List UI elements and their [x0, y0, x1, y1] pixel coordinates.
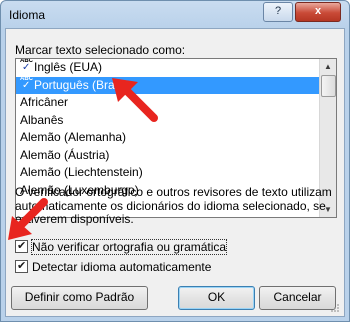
language-item-label: Inglês (EUA) [34, 60, 103, 74]
cancel-button[interactable]: Cancelar [259, 286, 336, 310]
checkmark-icon: ✔ [17, 260, 27, 272]
red-arrow-icon [112, 78, 158, 122]
detect-language-label[interactable]: Detectar idioma automaticamente [32, 260, 211, 274]
language-item[interactable]: ABC ✓ Inglês (EUA) [16, 59, 319, 77]
language-item-label: Alemão (Alemanha) [20, 130, 127, 144]
language-dialog: Idioma ? x Marcar texto selecionado como… [0, 0, 350, 322]
resize-grip-icon[interactable] [330, 303, 340, 313]
red-arrow-icon [8, 198, 48, 240]
language-item-label: Albanês [20, 112, 64, 127]
dialog-body: Marcar texto selecionado como: ABC ✓ Inglê… [5, 28, 345, 317]
abc-check-icon: ABC ✓ [20, 75, 33, 91]
detect-language-checkbox[interactable]: ✔ [15, 260, 28, 273]
abc-check-icon: ABC ✓ [20, 58, 33, 73]
language-item[interactable]: Africâner [16, 94, 319, 112]
language-item-label: Africâner [20, 95, 69, 109]
language-item-label: Alemão (Áustria) [20, 147, 110, 162]
language-item[interactable]: Alemão (Alemanha) [16, 129, 319, 147]
ok-button[interactable]: OK [178, 286, 255, 310]
language-list-items: ABC ✓ Inglês (EUA) ABC ✓ Português (Brasil) Af… [16, 59, 319, 199]
title-bar[interactable]: Idioma ? x [1, 1, 349, 29]
scroll-up-icon[interactable]: ▲ [321, 59, 335, 74]
language-item[interactable]: Alemão (Liechtenstein) [16, 164, 319, 182]
language-list-label: Marcar texto selecionado como: [15, 43, 186, 57]
help-button[interactable]: ? [263, 2, 293, 22]
no-spellcheck-label[interactable]: Não verificar ortografia ou gramática [30, 239, 228, 255]
language-item[interactable]: ABC ✓ Português (Brasil) [16, 75, 319, 94]
language-item[interactable]: Albanês [16, 112, 319, 130]
scroll-thumb[interactable] [321, 75, 336, 97]
detect-language-row[interactable]: ✔ Detectar idioma automaticamente [15, 259, 211, 275]
close-button[interactable]: x [295, 2, 341, 22]
info-text: O verificador ortográfico e outros revis… [15, 185, 332, 226]
language-item-label: Alemão (Liechtenstein) [20, 165, 143, 179]
language-item[interactable]: Alemão (Áustria) [16, 147, 319, 165]
window-title: Idioma [9, 8, 46, 22]
set-default-button[interactable]: Definir como Padrão [11, 286, 148, 310]
